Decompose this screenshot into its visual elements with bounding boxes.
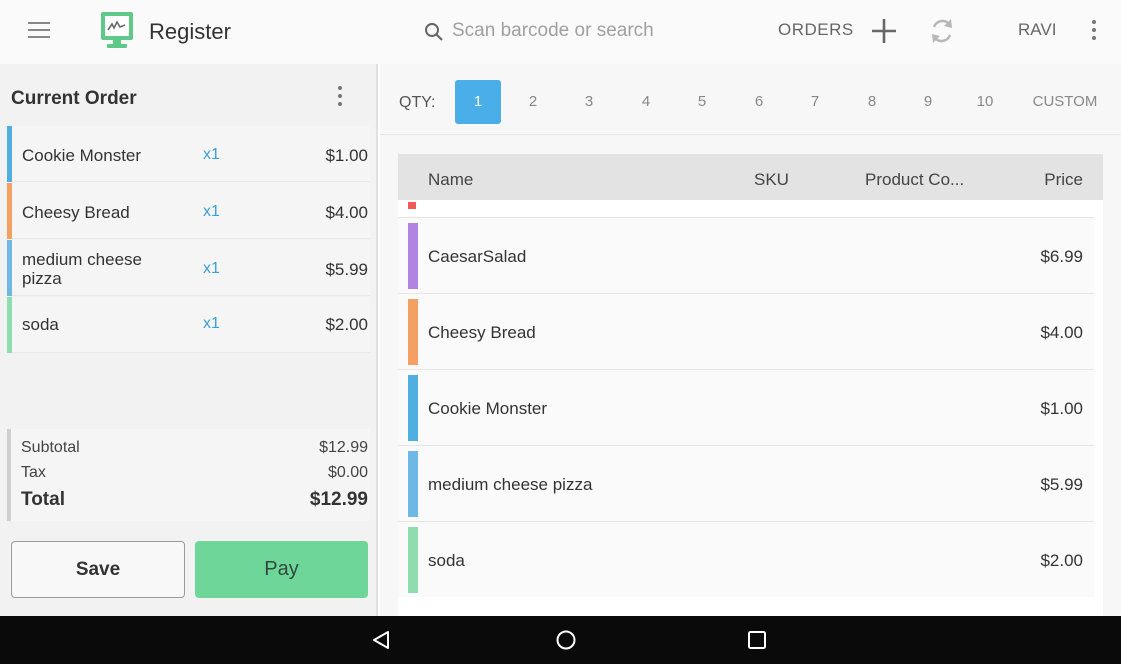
more-vert-icon[interactable] [1086, 20, 1102, 44]
tax-row: Tax $0.00 [21, 464, 368, 482]
app-bar: Register ORDERS RAVI [0, 0, 1121, 64]
save-button[interactable]: Save [11, 541, 185, 598]
system-nav-bar [0, 616, 1121, 664]
order-item-price: $2.00 [325, 315, 368, 334]
current-order-title: Current Order [11, 88, 137, 109]
qty-option-4[interactable]: 4 [629, 80, 663, 124]
qty-option-10[interactable]: 10 [965, 80, 1005, 124]
column-header-sku[interactable]: SKU [754, 170, 789, 190]
product-table: Name SKU Product Co... Price CaesarSalad… [398, 154, 1103, 616]
order-line-item[interactable]: soda x1 $2.00 [7, 297, 370, 353]
product-price: $2.00 [1040, 551, 1083, 570]
qty-option-5[interactable]: 5 [685, 80, 719, 124]
product-color-bar [408, 223, 418, 289]
sync-icon[interactable] [926, 15, 958, 47]
qty-option-2[interactable]: 2 [516, 80, 550, 124]
quantity-selector: QTY: 1 2 3 4 5 6 7 8 9 10 CUSTOM [380, 64, 1121, 135]
order-item-qty: x1 [203, 146, 220, 163]
qty-option-9[interactable]: 9 [911, 80, 945, 124]
order-item-name: medium cheese pizza [22, 250, 143, 288]
tax-value: $0.00 [327, 464, 368, 481]
item-color-bar [7, 297, 12, 353]
order-totals: Subtotal $12.99 Tax $0.00 Total $12.99 [7, 429, 370, 521]
order-item-price: $5.99 [325, 260, 368, 279]
current-order-panel: Current Order Cookie Monster x1 $1.00 Ch… [0, 64, 378, 616]
order-item-price: $1.00 [325, 146, 368, 165]
app-title: Register [149, 19, 231, 44]
order-item-qty: x1 [203, 260, 220, 277]
total-row: Total $12.99 [21, 489, 368, 511]
search-icon [425, 23, 443, 41]
tax-label: Tax [21, 464, 46, 481]
product-price: $4.00 [1040, 323, 1083, 342]
product-color-bar [408, 527, 418, 593]
product-name: Cookie Monster [428, 399, 548, 418]
order-line-item[interactable]: Cheesy Bread x1 $4.00 [7, 183, 370, 239]
total-label: Total [21, 489, 65, 510]
product-color-bar [408, 299, 418, 365]
product-panel: QTY: 1 2 3 4 5 6 7 8 9 10 CUSTOM Name SK… [380, 64, 1121, 616]
qty-option-custom[interactable]: CUSTOM [1024, 80, 1106, 124]
product-color-bar [408, 375, 418, 441]
order-item-name: Cookie Monster [22, 146, 142, 165]
user-account-button[interactable]: RAVI [1018, 20, 1056, 40]
product-row[interactable]: Cookie Monster $1.00 [398, 369, 1094, 445]
recents-icon[interactable] [745, 628, 769, 652]
product-row[interactable]: medium cheese pizza $5.99 [398, 445, 1094, 521]
item-color-bar [7, 183, 12, 239]
product-price: $1.00 [1040, 399, 1083, 418]
column-header-price[interactable]: Price [1044, 170, 1083, 190]
menu-icon[interactable] [28, 22, 50, 42]
order-item-qty: x1 [203, 203, 220, 220]
qty-option-7[interactable]: 7 [798, 80, 832, 124]
product-price: $6.99 [1040, 247, 1083, 266]
table-header: Name SKU Product Co... Price [398, 154, 1103, 200]
item-color-bar [7, 126, 12, 182]
product-row[interactable]: Cheesy Bread $4.00 [398, 293, 1094, 369]
pay-button[interactable]: Pay [195, 541, 368, 598]
back-icon[interactable] [369, 628, 393, 652]
total-value: $12.99 [309, 489, 368, 510]
column-header-product-code[interactable]: Product Co... [865, 170, 964, 190]
order-item-qty: x1 [203, 315, 220, 332]
product-name: medium cheese pizza [428, 475, 593, 494]
home-icon[interactable] [554, 628, 578, 652]
product-price: $5.99 [1040, 475, 1083, 494]
qty-option-6[interactable]: 6 [742, 80, 776, 124]
register-logo-icon [101, 12, 133, 48]
order-line-item[interactable]: medium cheese pizza x1 $5.99 [7, 240, 370, 296]
product-name: soda [428, 551, 465, 570]
column-header-name[interactable]: Name [428, 170, 473, 190]
partial-row-color-marker [408, 202, 416, 209]
order-item-name: Cheesy Bread [22, 203, 130, 222]
qty-option-8[interactable]: 8 [855, 80, 889, 124]
subtotal-value: $12.99 [319, 439, 368, 456]
add-icon[interactable] [869, 16, 899, 46]
product-row[interactable]: soda $2.00 [398, 521, 1094, 597]
order-item-price: $4.00 [325, 203, 368, 222]
order-more-icon[interactable] [332, 86, 348, 110]
product-name: Cheesy Bread [428, 323, 536, 342]
order-item-name: soda [22, 315, 59, 334]
qty-label: QTY: [399, 94, 436, 111]
qty-option-3[interactable]: 3 [572, 80, 606, 124]
order-line-item[interactable]: Cookie Monster x1 $1.00 [7, 126, 370, 182]
search-input[interactable] [452, 14, 752, 48]
subtotal-row: Subtotal $12.99 [21, 439, 368, 457]
orders-button[interactable]: ORDERS [778, 20, 854, 40]
product-row[interactable]: CaesarSalad $6.99 [398, 217, 1094, 293]
product-name: CaesarSalad [428, 247, 527, 266]
item-color-bar [7, 240, 12, 296]
subtotal-label: Subtotal [21, 439, 80, 456]
product-color-bar [408, 451, 418, 517]
qty-option-1[interactable]: 1 [455, 80, 501, 124]
